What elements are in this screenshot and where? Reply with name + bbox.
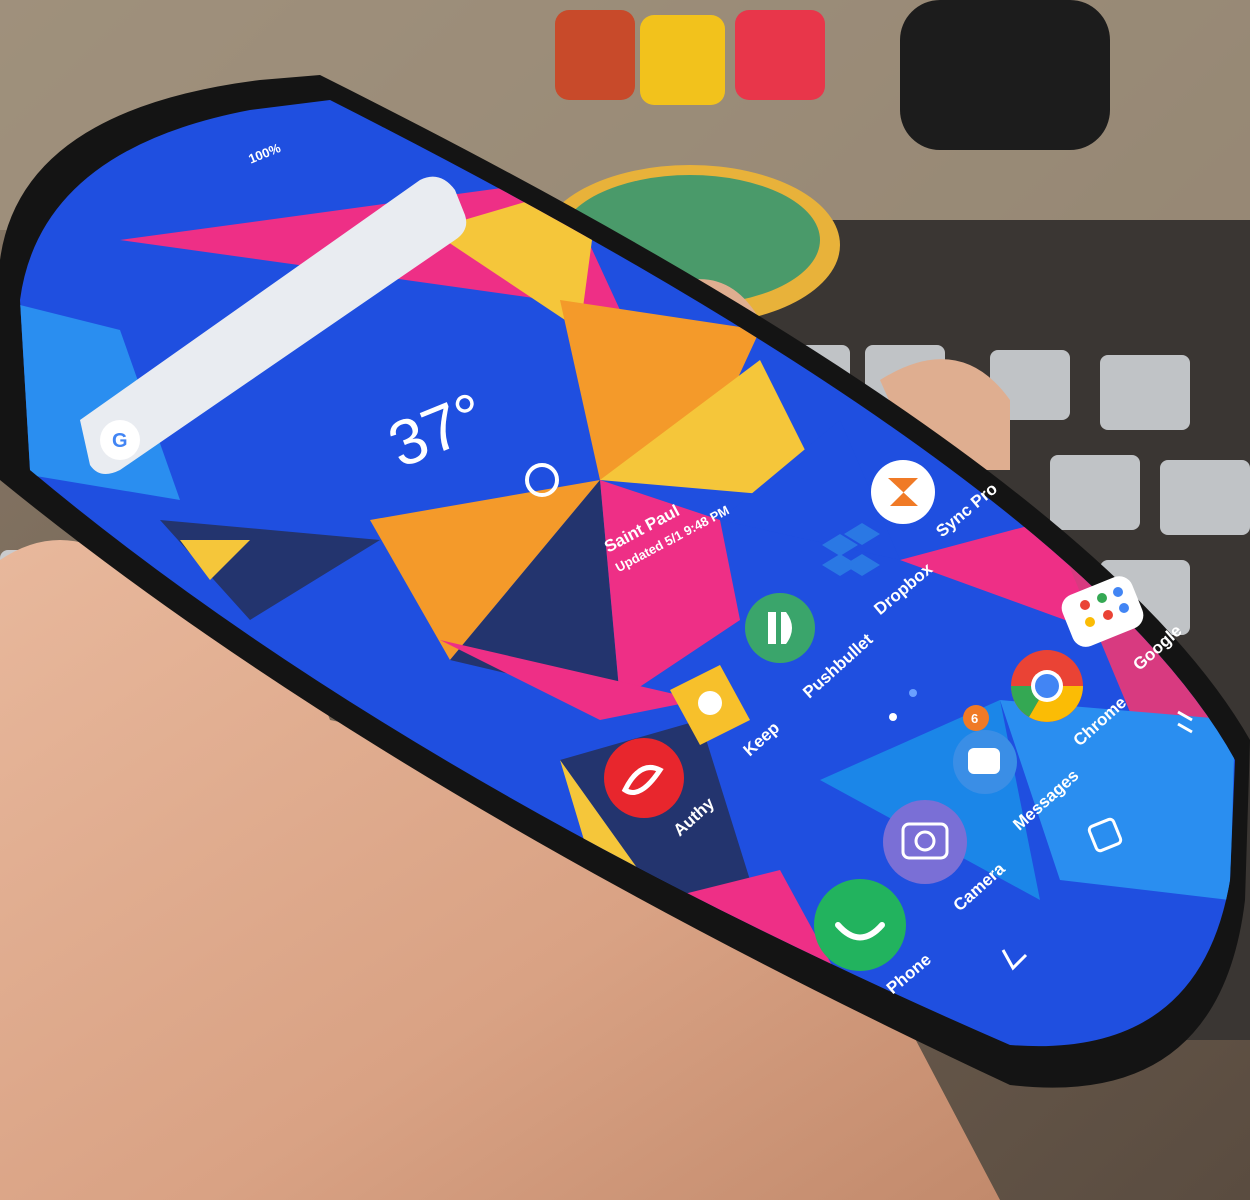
page-indicator-home (889, 713, 897, 721)
pushbullet-icon (768, 612, 776, 644)
keycap-pink (735, 10, 825, 100)
google-letter: G (112, 430, 128, 452)
messages-badge-count: 6 (971, 711, 978, 726)
keycap-red (555, 10, 635, 100)
chrome-icon (1011, 650, 1083, 722)
keep-icon (698, 691, 722, 715)
page-indicator (909, 689, 917, 697)
photo-scene: 100% G 37° Saint Paul Updated 5/1 9:48 P… (0, 0, 1250, 1200)
messages-icon (968, 748, 1000, 774)
dark-object (900, 0, 1110, 150)
keycap-yellow (640, 15, 725, 105)
